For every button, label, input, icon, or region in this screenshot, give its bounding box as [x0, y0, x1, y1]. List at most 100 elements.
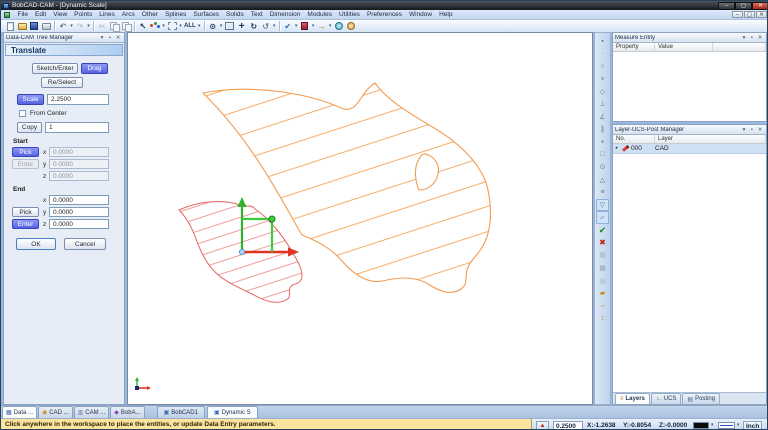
save-button[interactable]	[28, 21, 40, 32]
selection-mask-all-button[interactable]: ALL	[183, 23, 197, 29]
column-no[interactable]: No.	[613, 135, 655, 143]
menu-view[interactable]: View	[50, 11, 71, 18]
material-box-icon[interactable]: ▰	[596, 287, 609, 300]
tab-bobart-tree[interactable]: ◆ BobA...	[110, 406, 145, 418]
maximize-button[interactable]: ▢	[735, 1, 752, 10]
snap-angle-icon[interactable]: ∠	[596, 111, 609, 124]
menu-modules[interactable]: Modules	[304, 11, 336, 18]
pin-icon[interactable]: ▪	[748, 127, 756, 133]
chevron-down-icon[interactable]: ▾	[197, 23, 202, 29]
mdi-minimize-button[interactable]: –	[732, 11, 743, 18]
menu-arcs[interactable]: Arcs	[118, 11, 138, 18]
select-cursor-button[interactable]: ↖	[137, 21, 149, 32]
start-z-input[interactable]: 0.0000	[49, 171, 109, 181]
color-mask-button[interactable]	[149, 21, 161, 32]
units-selector[interactable]: Inch	[743, 421, 762, 429]
tab-posting[interactable]: ▤ Posting	[682, 393, 721, 404]
close-icon[interactable]: ✕	[756, 35, 764, 41]
menu-other[interactable]: Other	[138, 11, 161, 18]
chevron-down-icon[interactable]: ▾	[311, 23, 316, 29]
snap-grid-icon[interactable]: ≡	[596, 186, 609, 199]
mdi-close-button[interactable]: ✕	[756, 11, 767, 18]
panel-menu-icon[interactable]: ▾	[98, 35, 106, 41]
table-view-icon[interactable]: ▦	[596, 262, 609, 275]
chevron-down-icon[interactable]: ▾	[86, 23, 91, 29]
start-pick-button[interactable]: Pick	[12, 147, 39, 157]
pan-button[interactable]: +	[236, 21, 248, 32]
snap-quadrant-icon[interactable]: ◇	[596, 85, 609, 98]
globe-teal-button[interactable]	[333, 21, 345, 32]
menu-edit[interactable]: Edit	[31, 11, 49, 18]
undo-button[interactable]: ↶	[57, 21, 69, 32]
tab-document-bobcad1[interactable]: ▣ BobCAD1	[156, 406, 205, 418]
snap-increment-value[interactable]: 0.2500	[553, 421, 583, 429]
sketch-enter-button[interactable]: Sketch/Enter	[32, 63, 78, 74]
tab-cad-tree[interactable]: ◉ CAD ...	[38, 406, 73, 418]
chevron-down-icon[interactable]: ▾	[272, 23, 277, 29]
menu-dimension[interactable]: Dimension	[266, 11, 304, 18]
menu-solids[interactable]: Solids	[223, 11, 248, 18]
scale-input[interactable]: 2.2500	[47, 94, 109, 105]
end-x-input[interactable]: 0.0000	[49, 195, 109, 205]
verify-button[interactable]: ✔	[282, 21, 294, 32]
snap-center-icon[interactable]: ○	[596, 60, 609, 73]
paste-button[interactable]	[120, 21, 132, 32]
chevron-down-icon[interactable]: ▾	[219, 23, 224, 29]
copy-button[interactable]	[108, 21, 120, 32]
chevron-down-icon[interactable]: ▾	[711, 421, 714, 429]
column-layer[interactable]: Layer	[655, 135, 766, 143]
accept-check-icon[interactable]: ✔	[596, 224, 609, 237]
end-y-input[interactable]: 0.0000	[49, 207, 109, 217]
end-z-input[interactable]: 0.0000	[49, 219, 109, 229]
cut-button[interactable]: ✂	[96, 21, 108, 32]
rotate-view-button[interactable]: ↻	[248, 21, 260, 32]
zoom-button[interactable]: ⊙	[207, 21, 219, 32]
drag-button[interactable]: Drag	[81, 63, 108, 74]
color-swatch[interactable]	[693, 422, 709, 429]
copy-count-input[interactable]: 1	[45, 122, 109, 133]
snap-intersection-icon[interactable]: ×	[596, 73, 609, 86]
window-select-button[interactable]	[166, 21, 178, 32]
apply-preview-icon[interactable]: ✔	[596, 211, 609, 224]
menu-lines[interactable]: Lines	[96, 11, 119, 18]
measure-horizontal-icon[interactable]: ↔	[596, 299, 609, 312]
menu-preferences[interactable]: Preferences	[363, 11, 405, 18]
start-enter-button[interactable]: Enter	[12, 159, 39, 169]
machine-button[interactable]	[299, 21, 311, 32]
drawing-canvas[interactable]	[128, 33, 592, 404]
snap-triangle-icon[interactable]: △	[596, 174, 609, 187]
chevron-down-icon[interactable]: ▾	[328, 23, 333, 29]
start-y-input[interactable]: 0.0000	[49, 159, 109, 169]
snap-point-icon[interactable]: +	[596, 136, 609, 149]
cancel-button[interactable]: Cancel	[64, 238, 106, 250]
line-style-swatch[interactable]	[718, 422, 735, 429]
reselect-button[interactable]: Re/Select	[41, 77, 83, 88]
reject-cross-icon[interactable]: ✖	[596, 237, 609, 250]
close-icon[interactable]: ✕	[756, 127, 764, 133]
snap-vertex-icon[interactable]: ▪	[596, 35, 609, 48]
tab-layers[interactable]: ≡ Layers	[615, 393, 650, 404]
pointer-snap-icon[interactable]: ▲	[536, 421, 549, 429]
end-enter-button[interactable]: Enter	[12, 219, 39, 229]
new-file-button[interactable]	[4, 21, 16, 32]
target-icon[interactable]: ◎	[596, 274, 609, 287]
close-icon[interactable]: ✕	[114, 35, 122, 41]
snap-nearest-icon[interactable]: ▽	[596, 198, 609, 212]
dynamic-view-button[interactable]: ↺	[260, 21, 272, 32]
menu-file[interactable]: File	[14, 11, 31, 18]
minimize-button[interactable]: –	[718, 1, 735, 10]
drawing-workspace[interactable]	[127, 32, 593, 405]
zoom-window-button[interactable]	[224, 21, 236, 32]
snap-midpoint-icon[interactable]: ∙	[596, 48, 609, 61]
post-button[interactable]: →	[316, 21, 328, 32]
menu-surfaces[interactable]: Surfaces	[190, 11, 223, 18]
globe-orange-button[interactable]	[345, 21, 357, 32]
print-button[interactable]	[40, 21, 52, 32]
from-center-checkbox[interactable]	[19, 110, 26, 117]
measure-vertical-icon[interactable]: ↕	[596, 312, 609, 325]
panel-menu-icon[interactable]: ▾	[740, 35, 748, 41]
chevron-down-icon[interactable]: ▾	[737, 421, 740, 429]
list-view-icon[interactable]: ▤	[596, 249, 609, 262]
layer-row-cad[interactable]: • 000 CAD	[613, 144, 766, 154]
menu-points[interactable]: Points	[71, 11, 96, 18]
